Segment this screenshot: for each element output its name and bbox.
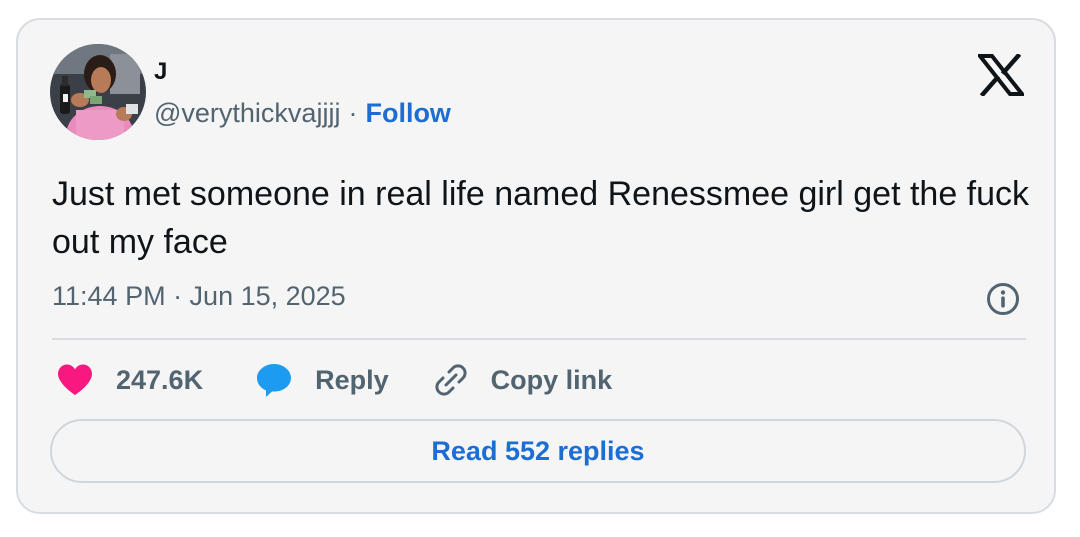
heart-icon — [58, 364, 92, 395]
author-handle-line: @verythickvajjjj · Follow — [154, 98, 451, 129]
read-replies-button[interactable]: Read 552 replies — [50, 419, 1026, 483]
divider — [52, 338, 1026, 340]
copy-link-button[interactable]: Copy link — [433, 362, 613, 398]
action-bar: 247.6K Reply Copy link — [52, 360, 612, 400]
reply-label: Reply — [315, 364, 389, 395]
like-button[interactable]: 247.6K — [56, 363, 203, 397]
avatar[interactable] — [50, 44, 146, 140]
copy-link-label: Copy link — [490, 364, 613, 395]
speech-bubble-icon — [257, 364, 292, 397]
handle-separator: · — [348, 98, 358, 128]
follow-button[interactable]: Follow — [365, 98, 450, 128]
link-icon — [435, 364, 467, 396]
info-icon[interactable] — [986, 282, 1020, 316]
tweet-text: Just met someone in real life named Rene… — [52, 175, 1030, 261]
avatar-image — [50, 44, 146, 140]
like-count: 247.6K — [116, 364, 204, 395]
tweet-timestamp[interactable]: 11:44 PM · Jun 15, 2025 — [52, 281, 346, 312]
display-name[interactable]: J — [154, 58, 167, 86]
reply-button[interactable]: Reply — [255, 362, 389, 398]
author-handle[interactable]: @verythickvajjjj — [154, 98, 340, 128]
x-logo-icon[interactable] — [975, 52, 1027, 98]
tweet-card: J @verythickvajjjj · Follow Just met someo… — [16, 18, 1056, 514]
